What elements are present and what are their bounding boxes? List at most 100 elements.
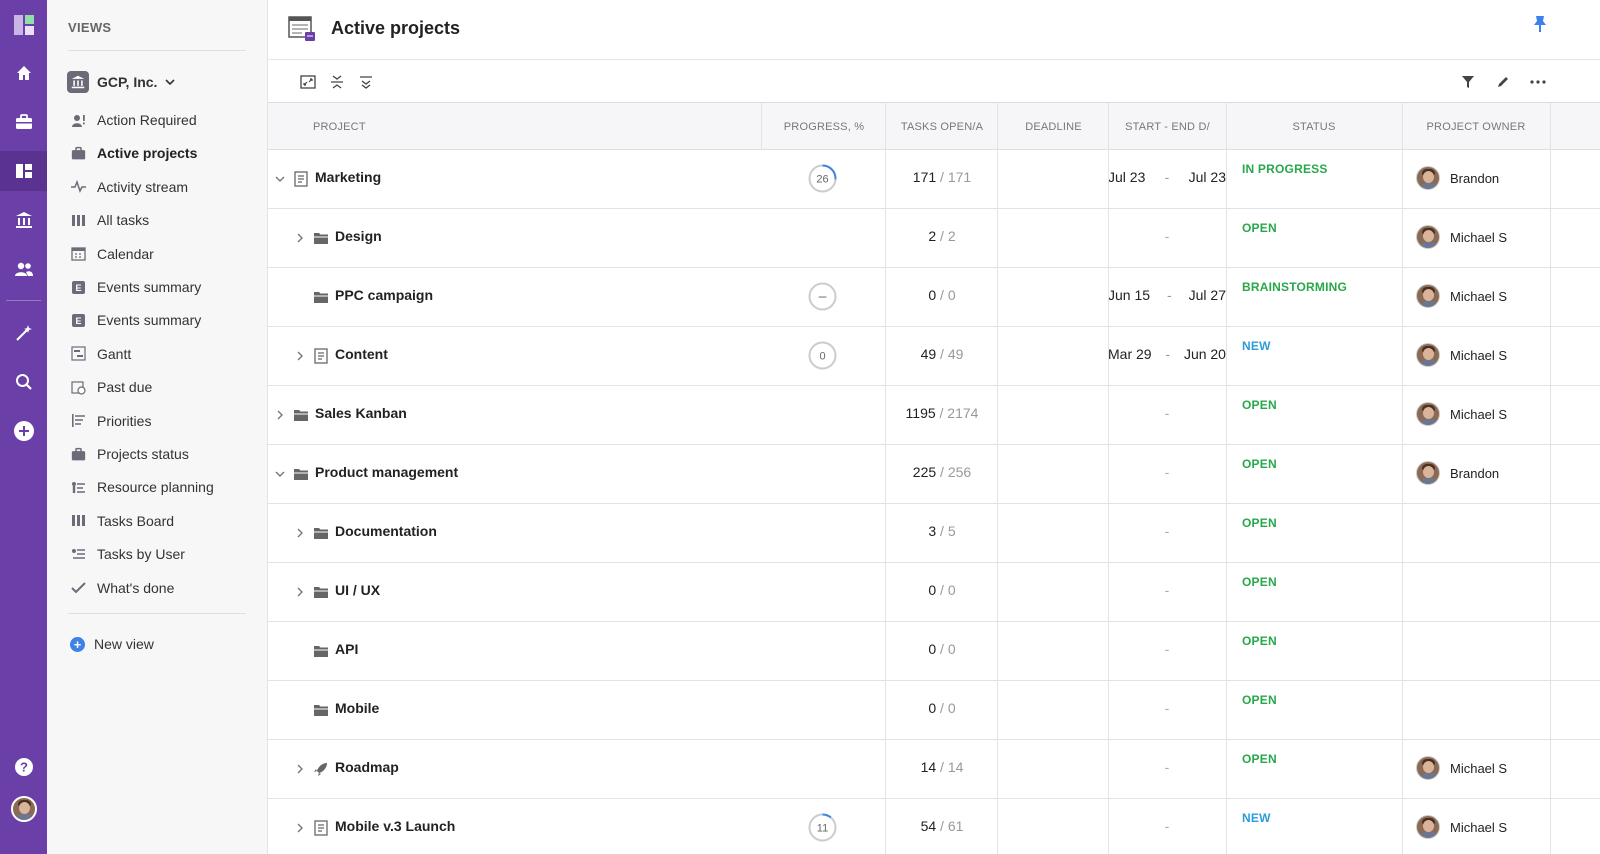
table-row[interactable]: Mobile v.3 Launch 11 54 / 61 - NEW Michael S <box>268 799 1600 854</box>
view-item[interactable]: Tasks Board <box>71 509 174 533</box>
chevron-right-icon[interactable] <box>294 526 306 538</box>
view-item[interactable]: Gantt <box>71 342 131 366</box>
view-item[interactable]: What's done <box>71 576 174 600</box>
table-row[interactable]: Sales Kanban 1195 / 2174 - OPEN Michael S <box>268 386 1600 445</box>
search-icon[interactable] <box>0 362 47 402</box>
view-item[interactable]: Activity stream <box>71 175 188 199</box>
view-item[interactable]: Action Required <box>71 108 197 132</box>
status-badge[interactable]: OPEN <box>1242 221 1277 235</box>
status-badge[interactable]: BRAINSTORMING <box>1242 280 1347 294</box>
project-name[interactable]: Sales Kanban <box>315 405 407 421</box>
new-view-button[interactable]: + New view <box>70 636 154 652</box>
column-dates[interactable]: START - END D/ <box>1109 103 1226 150</box>
project-name[interactable]: Product management <box>315 464 458 480</box>
document-icon <box>313 348 329 364</box>
filter-icon[interactable] <box>1458 72 1478 92</box>
chevron-down-icon[interactable] <box>274 172 286 184</box>
table-row[interactable]: API 0 / 0 - OPEN <box>268 622 1600 681</box>
column-status[interactable]: STATUS <box>1226 103 1402 150</box>
date-range[interactable]: Jun 15- Jul 27 <box>1108 287 1226 303</box>
status-badge[interactable]: OPEN <box>1242 457 1277 471</box>
pin-icon[interactable] <box>1532 15 1548 38</box>
briefcase-icon[interactable] <box>0 102 47 142</box>
view-item[interactable]: Calendar <box>71 242 154 266</box>
status-badge[interactable]: OPEN <box>1242 398 1277 412</box>
project-name[interactable]: API <box>335 641 358 657</box>
project-name[interactable]: Documentation <box>335 523 437 539</box>
chevron-right-icon[interactable] <box>294 231 306 243</box>
table-row[interactable]: Mobile 0 / 0 - OPEN <box>268 681 1600 740</box>
project-owner[interactable]: Michael S <box>1416 815 1507 839</box>
date-range[interactable]: Mar 29- Jun 20 <box>1108 346 1226 362</box>
table-row[interactable]: Marketing 26 171 / 171 Jul 23- Jul 23 IN PROG… <box>268 150 1600 209</box>
project-name[interactable]: Mobile v.3 Launch <box>335 818 455 834</box>
org-selector[interactable]: GCP, Inc. <box>67 71 176 93</box>
collapse-all-icon[interactable] <box>327 72 347 92</box>
view-item[interactable]: E Events summary <box>71 275 201 299</box>
add-icon[interactable] <box>0 411 47 451</box>
column-deadline[interactable]: DEADLINE <box>998 103 1109 150</box>
project-name[interactable]: Marketing <box>315 169 381 185</box>
edit-icon[interactable] <box>1493 72 1513 92</box>
magic-wand-icon[interactable] <box>0 313 47 353</box>
column-project[interactable]: PROJECT <box>313 103 366 150</box>
project-name[interactable]: UI / UX <box>335 582 380 598</box>
project-owner[interactable]: Michael S <box>1416 343 1507 367</box>
project-owner[interactable]: Brandon <box>1416 461 1499 485</box>
project-owner[interactable]: Michael S <box>1416 284 1507 308</box>
column-progress[interactable]: PROGRESS, % <box>762 103 886 150</box>
chevron-right-icon[interactable] <box>274 408 286 420</box>
table-row[interactable]: UI / UX 0 / 0 - OPEN <box>268 563 1600 622</box>
view-item[interactable]: Resource planning <box>71 475 214 499</box>
view-item[interactable]: Active projects <box>71 141 197 165</box>
more-icon[interactable] <box>1528 72 1548 92</box>
view-item-label: Resource planning <box>97 479 214 496</box>
table-row[interactable]: Roadmap 14 / 14 - OPEN Michael S <box>268 740 1600 799</box>
status-badge[interactable]: NEW <box>1242 811 1271 825</box>
users-icon[interactable] <box>0 249 47 289</box>
chevron-right-icon[interactable] <box>294 762 306 774</box>
expand-view-icon[interactable] <box>298 72 318 92</box>
project-owner[interactable]: Michael S <box>1416 225 1507 249</box>
bank-icon[interactable] <box>0 200 47 240</box>
view-item[interactable]: E Events summary <box>71 308 201 332</box>
chevron-right-icon[interactable] <box>294 585 306 597</box>
status-badge[interactable]: OPEN <box>1242 634 1277 648</box>
view-item[interactable]: All tasks <box>71 208 149 232</box>
project-name[interactable]: Mobile <box>335 700 379 716</box>
chevron-right-icon[interactable] <box>294 821 306 833</box>
column-tasks[interactable]: TASKS OPEN/A <box>886 103 998 150</box>
status-badge[interactable]: OPEN <box>1242 516 1277 530</box>
home-icon[interactable] <box>0 53 47 93</box>
dashboard-icon[interactable] <box>0 151 47 191</box>
help-icon[interactable]: ? <box>0 747 47 787</box>
project-name[interactable]: Roadmap <box>335 759 399 775</box>
chevron-down-icon[interactable] <box>274 467 286 479</box>
table-row[interactable]: Documentation 3 / 5 - OPEN <box>268 504 1600 563</box>
table-row[interactable]: Design 2 / 2 - OPEN Michael S <box>268 209 1600 268</box>
view-item[interactable]: Priorities <box>71 409 151 433</box>
date-range[interactable]: Jul 23- Jul 23 <box>1108 169 1226 185</box>
view-item[interactable]: Tasks by User <box>71 542 185 566</box>
view-item[interactable]: Projects status <box>71 442 189 466</box>
profile-avatar[interactable] <box>0 789 47 829</box>
logo-icon[interactable] <box>0 5 47 45</box>
project-name[interactable]: Design <box>335 228 382 244</box>
table-row[interactable]: Content 0 49 / 49 Mar 29- Jun 20 NEW Michael S <box>268 327 1600 386</box>
status-badge[interactable]: NEW <box>1242 339 1271 353</box>
project-owner[interactable]: Michael S <box>1416 402 1507 426</box>
column-owner[interactable]: PROJECT OWNER <box>1402 103 1550 150</box>
project-owner[interactable]: Michael S <box>1416 756 1507 780</box>
chevron-right-icon[interactable] <box>294 349 306 361</box>
view-item[interactable]: Past due <box>71 375 152 399</box>
status-badge[interactable]: IN PROGRESS <box>1242 162 1328 176</box>
project-owner[interactable]: Brandon <box>1416 166 1499 190</box>
status-badge[interactable]: OPEN <box>1242 752 1277 766</box>
table-row[interactable]: Product management 225 / 256 - OPEN Brandon <box>268 445 1600 504</box>
project-name[interactable]: Content <box>335 346 388 362</box>
table-row[interactable]: PPC campaign – 0 / 0 Jun 15- Jul 27 BRAINSTOR… <box>268 268 1600 327</box>
project-name[interactable]: PPC campaign <box>335 287 433 303</box>
status-badge[interactable]: OPEN <box>1242 693 1277 707</box>
status-badge[interactable]: OPEN <box>1242 575 1277 589</box>
expand-all-icon[interactable] <box>356 72 376 92</box>
